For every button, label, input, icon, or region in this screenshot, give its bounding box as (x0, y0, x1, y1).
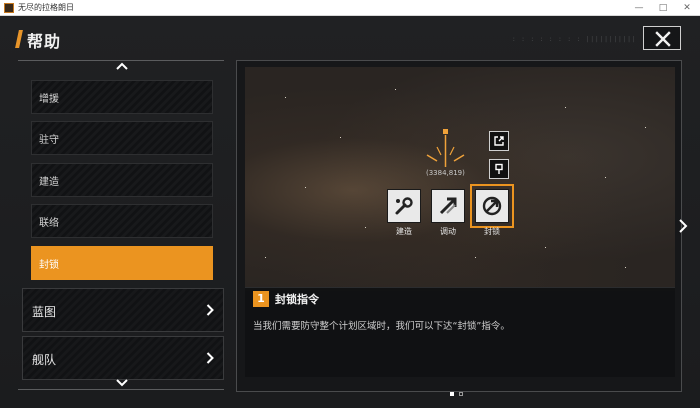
star (545, 247, 546, 248)
star (625, 267, 626, 268)
category-fleet[interactable]: 舰队 (22, 336, 224, 380)
topic-item-label: 联络 (39, 218, 59, 229)
app-icon (4, 3, 14, 13)
topic-item-contact[interactable]: 联络 (31, 204, 213, 238)
chevron-down-icon (116, 379, 128, 387)
page-dot[interactable] (459, 392, 463, 396)
topic-item-label: 封锁 (39, 260, 59, 271)
coordinates-readout: (3384,819) (426, 169, 465, 177)
star (565, 107, 566, 108)
star (645, 127, 646, 128)
maximize-button[interactable]: □ (652, 0, 674, 16)
topic-item-label: 建造 (39, 177, 59, 188)
topic-item-label: 驻守 (39, 135, 59, 146)
os-title-bar: 无尽的拉格朗日 — □ ✕ (0, 0, 700, 16)
page-dot-active[interactable] (450, 392, 454, 396)
mark-button[interactable] (489, 159, 509, 179)
star (285, 97, 286, 98)
scroll-up-button[interactable] (18, 60, 224, 73)
star (305, 187, 306, 188)
chevron-right-icon (206, 304, 214, 316)
scroll-down-button[interactable] (18, 376, 224, 390)
topic-item-reinforce[interactable]: 增援 (31, 80, 213, 114)
share-icon (494, 136, 504, 146)
blockade-icon (482, 196, 502, 216)
step-caption: 1 封锁指令 当我们需要防守整个计划区域时，我们可以下达“封锁”指令。 (245, 287, 675, 377)
flag-marker-icon (495, 163, 503, 174)
close-icon (655, 31, 671, 47)
action-label: 调动 (440, 227, 456, 236)
star (475, 257, 476, 258)
star (365, 227, 366, 228)
close-help-button[interactable] (643, 26, 681, 50)
category-blueprint[interactable]: 蓝图 (22, 288, 224, 332)
game-window: 无尽的拉格朗日 — □ ✕ 帮助 : : : : : : : : |||||||… (0, 0, 700, 408)
action-label: 建造 (396, 227, 412, 236)
star (265, 257, 266, 258)
step-number-badge: 1 (253, 291, 269, 307)
page-title: 帮助 (27, 32, 62, 51)
step-description: 当我们需要防守整个计划区域时，我们可以下达“封锁”指令。 (253, 321, 510, 332)
help-topic-list: 增援 驻守 建造 联络 封锁 蓝图 舰队 (18, 60, 224, 390)
build-action-button[interactable] (387, 189, 421, 223)
tutorial-image: (3384,819) 建造 调动 封锁 (245, 67, 675, 291)
move-action-button[interactable] (431, 189, 465, 223)
move-arrow-icon (439, 197, 457, 215)
wrench-icon (395, 197, 413, 215)
blockade-action-button[interactable] (470, 184, 514, 228)
page-indicator (450, 381, 468, 400)
category-label: 蓝图 (32, 305, 57, 319)
chevron-up-icon (116, 62, 128, 70)
category-label: 舰队 (32, 353, 57, 367)
window-close-button[interactable]: ✕ (676, 0, 698, 16)
topic-item-label: 增援 (39, 94, 59, 105)
star (605, 177, 606, 178)
action-label: 封锁 (484, 227, 500, 236)
star (395, 89, 396, 90)
chevron-right-icon (206, 352, 214, 364)
topic-item-garrison[interactable]: 驻守 (31, 121, 213, 155)
window-title: 无尽的拉格朗日 (18, 3, 74, 12)
target-marker-icon (426, 129, 465, 167)
star (340, 137, 341, 138)
topic-item-blockade[interactable]: 封锁 (31, 246, 213, 280)
minimize-button[interactable]: — (628, 0, 650, 16)
help-content-panel: (3384,819) 建造 调动 封锁 1 封锁指令 当我们需要防守整个计划区域… (236, 60, 682, 396)
share-button[interactable] (489, 131, 509, 151)
header-decoration: : : : : : : : : ||||||||||| (512, 36, 637, 43)
step-title: 封锁指令 (275, 293, 319, 306)
next-page-button[interactable] (678, 218, 688, 237)
topic-item-build[interactable]: 建造 (31, 163, 213, 197)
chevron-right-icon (679, 219, 688, 233)
